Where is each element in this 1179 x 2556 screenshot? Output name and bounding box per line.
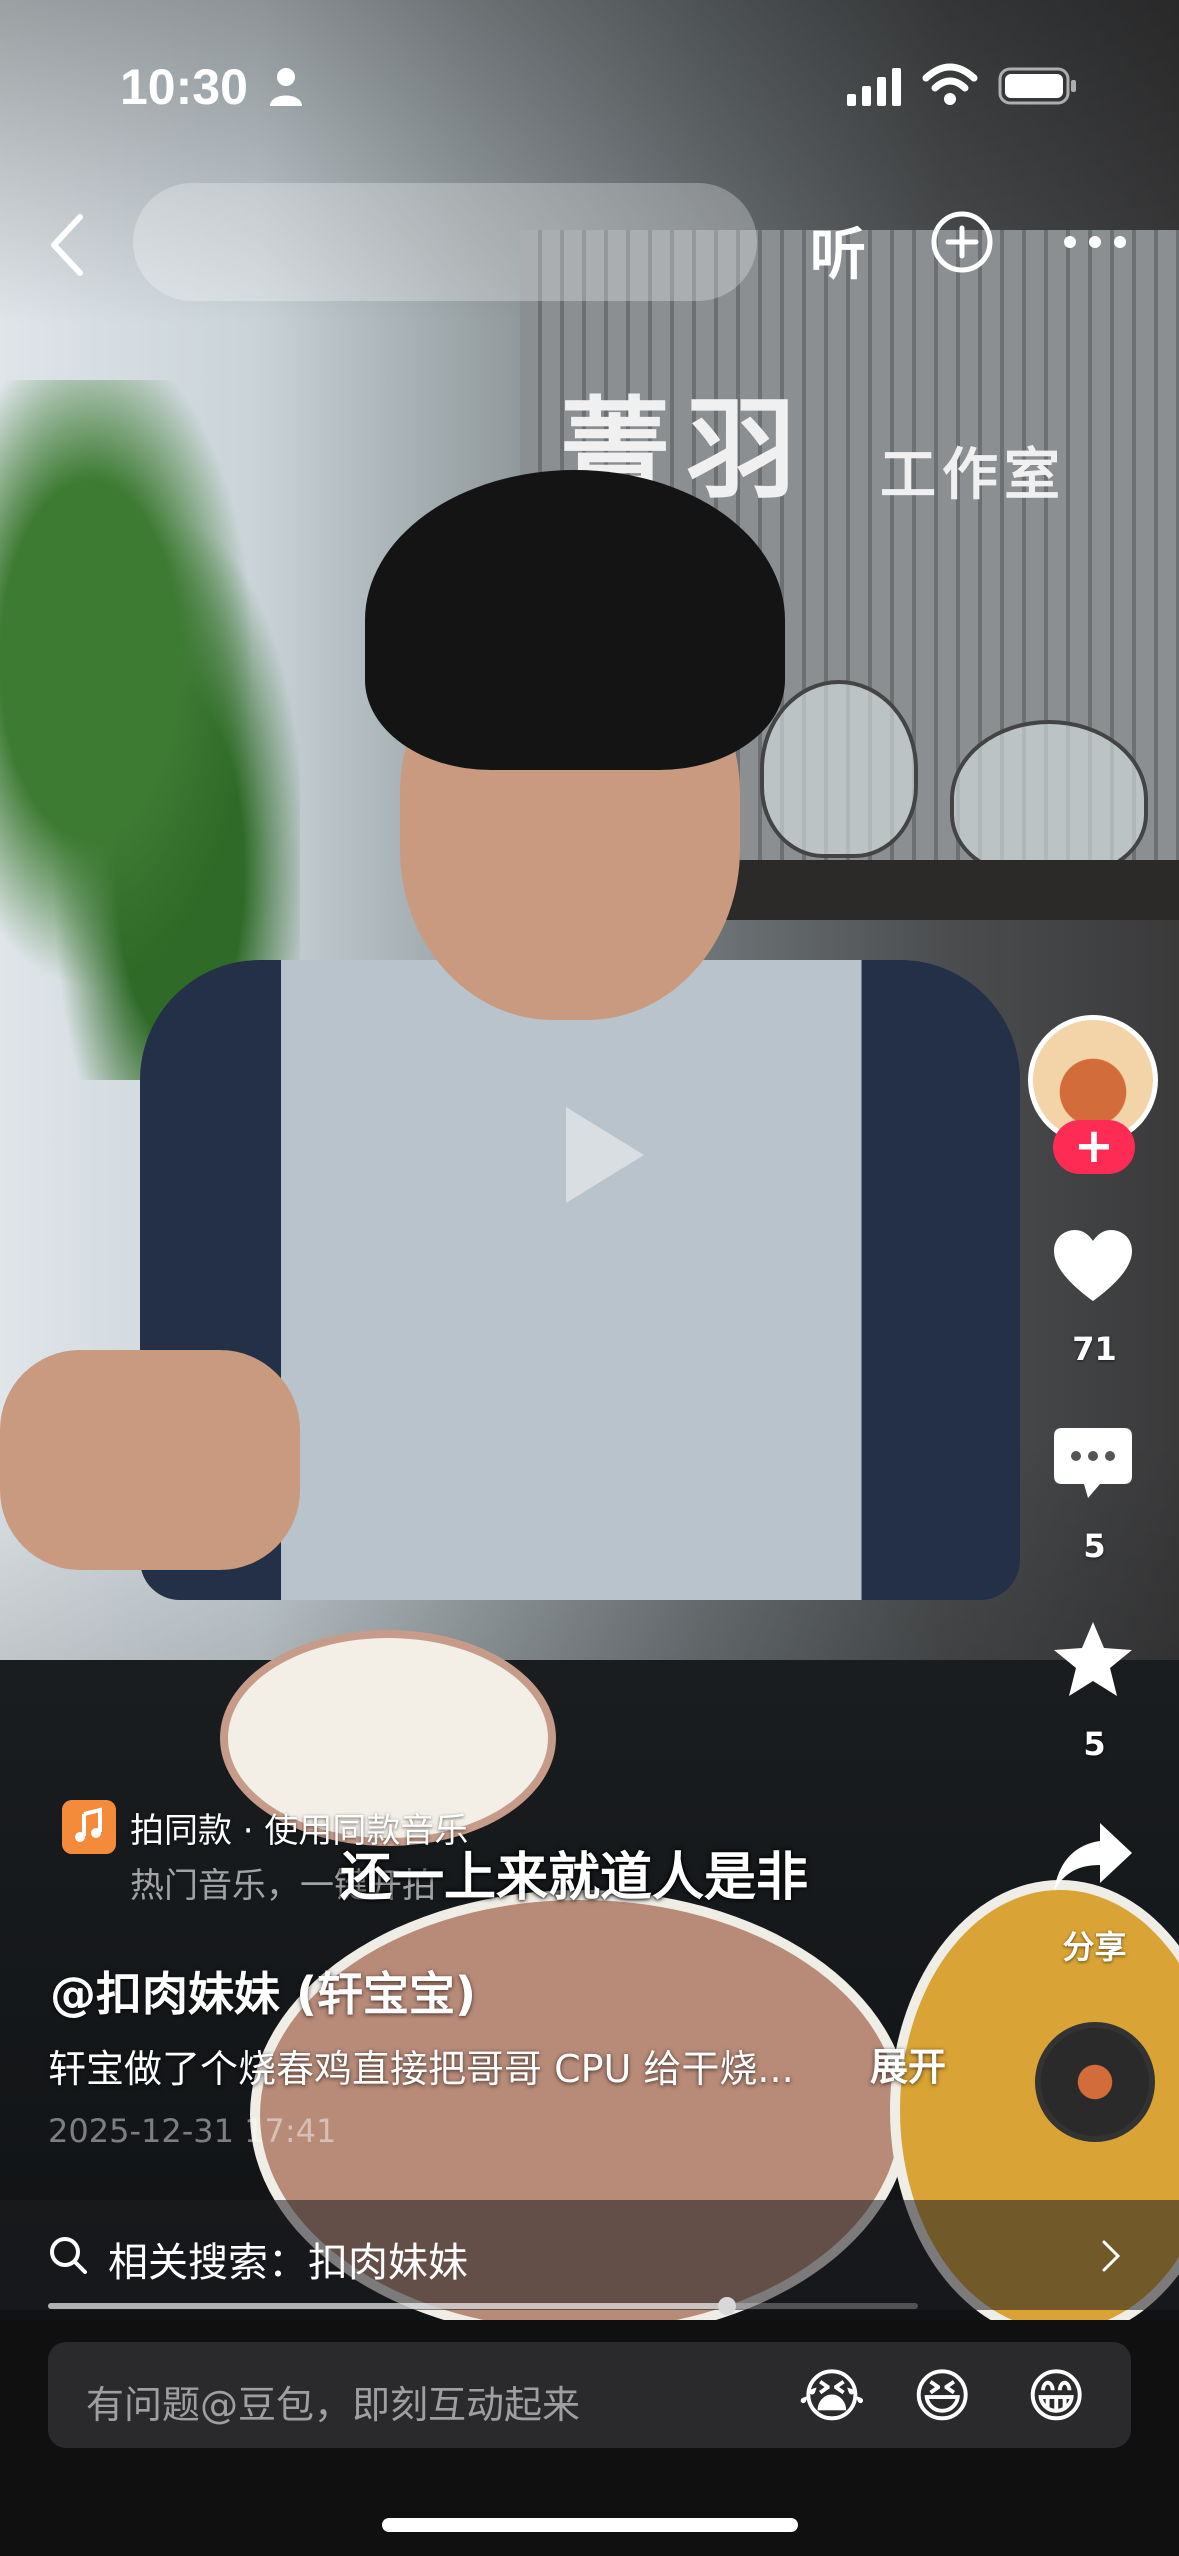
person-icon — [270, 68, 302, 106]
person-hair — [365, 470, 785, 770]
emoji-crying-button[interactable]: 😭 — [798, 2362, 866, 2430]
like-count: 71 — [1072, 1330, 1117, 1368]
add-circle-icon[interactable] — [930, 210, 994, 274]
progress-knob[interactable] — [717, 2297, 736, 2315]
star-icon[interactable] — [1050, 1618, 1136, 1704]
cellular-signal-icon — [847, 68, 901, 106]
music-disc[interactable] — [1035, 2022, 1155, 2142]
comment-placeholder: 有问题@豆包，即刻互动起来 — [86, 2383, 581, 2427]
chevron-right-icon[interactable] — [1100, 2238, 1122, 2274]
home-indicator[interactable] — [382, 2518, 798, 2532]
emoji-laughing-button[interactable]: 😆 — [912, 2362, 972, 2430]
person-arm — [0, 1350, 300, 1570]
listen-button[interactable]: 听 — [810, 210, 866, 291]
expand-button[interactable]: 展开 — [870, 2036, 946, 2091]
author-name[interactable]: @扣肉妹妹 (轩宝宝) — [50, 1958, 476, 2024]
music-note-icon[interactable] — [62, 1800, 116, 1854]
back-chevron-icon[interactable] — [40, 205, 100, 285]
share-arrow-icon[interactable] — [1050, 1815, 1136, 1901]
video-subtitle: 还一上来就道人是非 — [340, 1848, 809, 1908]
follow-button[interactable]: + — [1053, 1120, 1135, 1174]
wall-sign-small: 工作室 — [880, 443, 1066, 508]
search-icon — [50, 2237, 87, 2274]
search-box[interactable] — [133, 183, 757, 301]
comment-icon[interactable] — [1050, 1420, 1136, 1506]
share-label: 分享 — [1062, 1928, 1127, 1966]
heart-icon[interactable] — [1050, 1225, 1136, 1311]
wifi-icon — [922, 63, 978, 105]
more-icon[interactable] — [1060, 230, 1130, 254]
progress-fill — [48, 2303, 727, 2309]
post-description[interactable]: 轩宝做了个烧春鸡直接把哥哥 CPU 给干烧... — [48, 2038, 794, 2093]
teapot — [950, 720, 1148, 878]
post-date: 2025-12-31 17:41 — [48, 2112, 337, 2150]
status-bar: 10:30 — [0, 0, 1179, 170]
emoji-grin-button[interactable]: 😁 — [1026, 2362, 1086, 2430]
shelf — [700, 860, 1179, 920]
status-time: 10:30 — [120, 59, 248, 115]
comment-count: 5 — [1083, 1527, 1106, 1565]
battery-icon — [998, 67, 1076, 105]
teapot — [760, 680, 918, 858]
favorite-count: 5 — [1083, 1725, 1106, 1763]
play-icon[interactable] — [546, 1095, 656, 1215]
related-search-label[interactable]: 相关搜索：扣肉妹妹 — [108, 2230, 468, 2288]
